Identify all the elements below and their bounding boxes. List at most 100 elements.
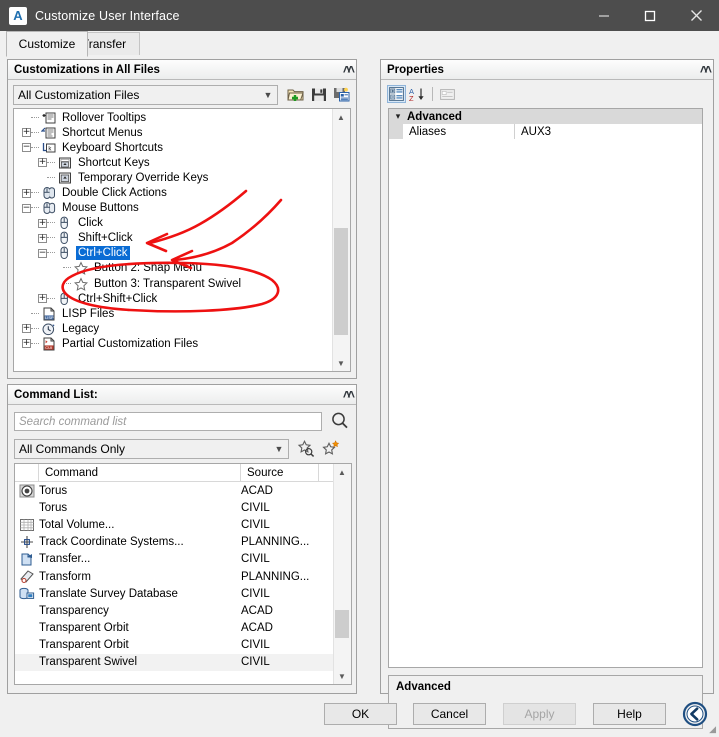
table-row[interactable]: Torus CIVIL xyxy=(15,499,351,516)
command-list-col-icon[interactable] xyxy=(15,464,39,481)
collapse-minus-icon[interactable]: − xyxy=(22,143,31,153)
load-partial-customization-file-icon[interactable] xyxy=(286,85,305,103)
tree-connector xyxy=(31,131,39,134)
tree-item[interactable]: + CUI Partial Customization Files xyxy=(14,336,333,351)
chevron-up-icon[interactable]: ˄˄ xyxy=(343,388,355,401)
customizations-panel-header[interactable]: Customizations in All Files ˄˄ xyxy=(8,60,356,80)
find-command-icon[interactable] xyxy=(296,439,315,457)
tree-item[interactable]: − Ctrl+Click xyxy=(14,246,333,261)
tree-item[interactable]: + Ctrl+Shift+Click xyxy=(14,291,333,306)
star-command-icon xyxy=(73,277,89,291)
scrollbar-thumb[interactable] xyxy=(334,228,348,335)
table-row[interactable]: Transparent Swivel CIVIL xyxy=(15,653,351,672)
table-row[interactable]: Transform PLANNING... xyxy=(15,568,351,585)
ok-button-label: OK xyxy=(351,707,370,721)
command-list-panel: Command List: ˄˄ Search command list All… xyxy=(7,384,357,694)
search-command-input[interactable]: Search command list xyxy=(14,412,322,431)
table-row[interactable]: Torus ACAD xyxy=(15,482,351,499)
tree-connector xyxy=(47,252,55,254)
tree-item[interactable]: Rollover Tooltips xyxy=(14,110,333,125)
expand-plus-icon[interactable]: + xyxy=(22,188,31,198)
scrollbar-thumb[interactable] xyxy=(335,610,349,638)
tree-item[interactable]: LISP LISP Files xyxy=(14,306,333,321)
command-category-filter-value: All Commands Only xyxy=(19,442,126,456)
property-row[interactable]: Aliases AUX3 xyxy=(389,124,702,139)
table-row[interactable]: Translate Survey Database CIVIL xyxy=(15,585,351,602)
help-button[interactable]: Help xyxy=(593,703,666,725)
tree-item-label: Shift+Click xyxy=(78,232,133,245)
chevron-up-icon[interactable]: ▲ xyxy=(334,464,350,480)
ok-button[interactable]: OK xyxy=(324,703,397,725)
tree-item-label: Double Click Actions xyxy=(62,187,167,200)
window-title: Customize User Interface xyxy=(35,8,180,23)
alphabetical-sort-icon[interactable]: A Z xyxy=(408,85,427,103)
properties-grid[interactable]: ▾ Advanced Aliases AUX3 xyxy=(388,108,703,668)
resize-grip[interactable]: ◢ xyxy=(709,724,716,735)
tree-item[interactable]: + Shift+Click xyxy=(14,231,333,246)
property-category-header[interactable]: ▾ Advanced xyxy=(389,109,702,124)
customization-file-filter[interactable]: All Customization Files ▼ xyxy=(13,85,278,105)
tree-item[interactable]: + Shortcut Keys xyxy=(14,155,333,170)
expand-plus-icon[interactable]: + xyxy=(38,294,47,304)
chevron-up-icon[interactable]: ˄˄ xyxy=(700,63,712,76)
minimize-icon[interactable] xyxy=(581,0,627,31)
save-customization-file-icon[interactable] xyxy=(309,85,328,103)
tree-connector xyxy=(47,161,55,164)
categorized-view-icon[interactable] xyxy=(387,85,406,103)
command-category-filter[interactable]: All Commands Only ▼ xyxy=(14,439,289,459)
tree-item[interactable]: Button 3: Transparent Swivel xyxy=(14,276,333,291)
tree-item[interactable]: Temporary Override Keys xyxy=(14,170,333,185)
tree-item[interactable]: + Shortcut Menus xyxy=(14,125,333,140)
tree-item[interactable]: Button 2: Snap Menu xyxy=(14,261,333,276)
shortcut-key-icon xyxy=(57,156,73,170)
table-row[interactable]: Transparency ACAD xyxy=(15,602,351,619)
customizations-tree-scrollbar[interactable]: ▲ ▼ xyxy=(332,109,350,371)
chevron-down-icon[interactable]: ▼ xyxy=(259,90,277,100)
table-row[interactable]: Transfer... CIVIL xyxy=(15,551,351,568)
chevron-up-icon[interactable]: ˄˄ xyxy=(343,63,355,76)
command-list-table[interactable]: Command Source Torus ACAD Torus CIVIL Total … xyxy=(14,463,352,685)
property-description-toggle-icon[interactable] xyxy=(438,85,457,103)
expand-plus-icon[interactable]: + xyxy=(22,128,31,138)
close-icon[interactable] xyxy=(673,0,719,31)
chevron-up-icon[interactable]: ▲ xyxy=(333,109,349,125)
command-list-col-source[interactable]: Source xyxy=(241,464,319,481)
cancel-button[interactable]: Cancel xyxy=(413,703,486,725)
command-list-panel-header[interactable]: Command List: ˄˄ xyxy=(8,385,356,405)
table-row[interactable]: Total Volume... CIVIL xyxy=(15,516,351,533)
properties-panel-header[interactable]: Properties ˄˄ xyxy=(381,60,713,80)
search-icon[interactable] xyxy=(330,411,350,434)
collapse-minus-icon[interactable]: − xyxy=(22,203,31,213)
collapse-pane-arrow-icon[interactable] xyxy=(682,701,708,730)
table-row[interactable]: Transparent Orbit ACAD xyxy=(15,620,351,637)
command-list-col-command[interactable]: Command xyxy=(39,464,241,481)
expand-plus-icon[interactable]: + xyxy=(22,339,31,349)
chevron-down-icon[interactable]: ▼ xyxy=(333,355,349,371)
expand-plus-icon[interactable]: + xyxy=(22,324,31,334)
expand-plus-icon[interactable]: + xyxy=(38,218,47,228)
chevron-down-icon[interactable]: ▼ xyxy=(270,444,288,454)
tree-item[interactable]: + Legacy xyxy=(14,321,333,336)
tab-customize[interactable]: Customize xyxy=(6,31,88,57)
new-command-icon[interactable] xyxy=(321,439,340,457)
tree-item[interactable]: + Double Click Actions xyxy=(14,185,333,200)
save-all-customization-files-icon[interactable] xyxy=(332,85,351,103)
track-coordinate-icon xyxy=(15,535,39,549)
collapse-minus-icon[interactable]: − xyxy=(38,248,47,258)
property-value[interactable]: AUX3 xyxy=(515,124,702,139)
table-row[interactable]: Track Coordinate Systems... PLANNING... xyxy=(15,534,351,551)
expand-plus-icon[interactable]: + xyxy=(38,233,47,243)
maximize-icon[interactable] xyxy=(627,0,673,31)
chevron-down-icon[interactable]: ▾ xyxy=(389,111,407,122)
table-row[interactable]: Transparent Orbit CIVIL xyxy=(15,637,351,654)
chevron-down-icon[interactable]: ▼ xyxy=(334,668,350,684)
customizations-tree[interactable]: Rollover Tooltips + Shortcut Menus − k Keyboa… xyxy=(13,108,351,372)
keyboard-shortcut-icon: k xyxy=(41,141,57,155)
expand-plus-icon[interactable]: + xyxy=(38,158,47,168)
property-gutter xyxy=(389,124,403,139)
property-name: Aliases xyxy=(403,124,515,139)
command-list-scrollbar[interactable]: ▲ ▼ xyxy=(333,464,351,684)
tree-item[interactable]: − Mouse Buttons xyxy=(14,201,333,216)
tree-item[interactable]: − k Keyboard Shortcuts xyxy=(14,140,333,155)
tree-item[interactable]: + Click xyxy=(14,216,333,231)
